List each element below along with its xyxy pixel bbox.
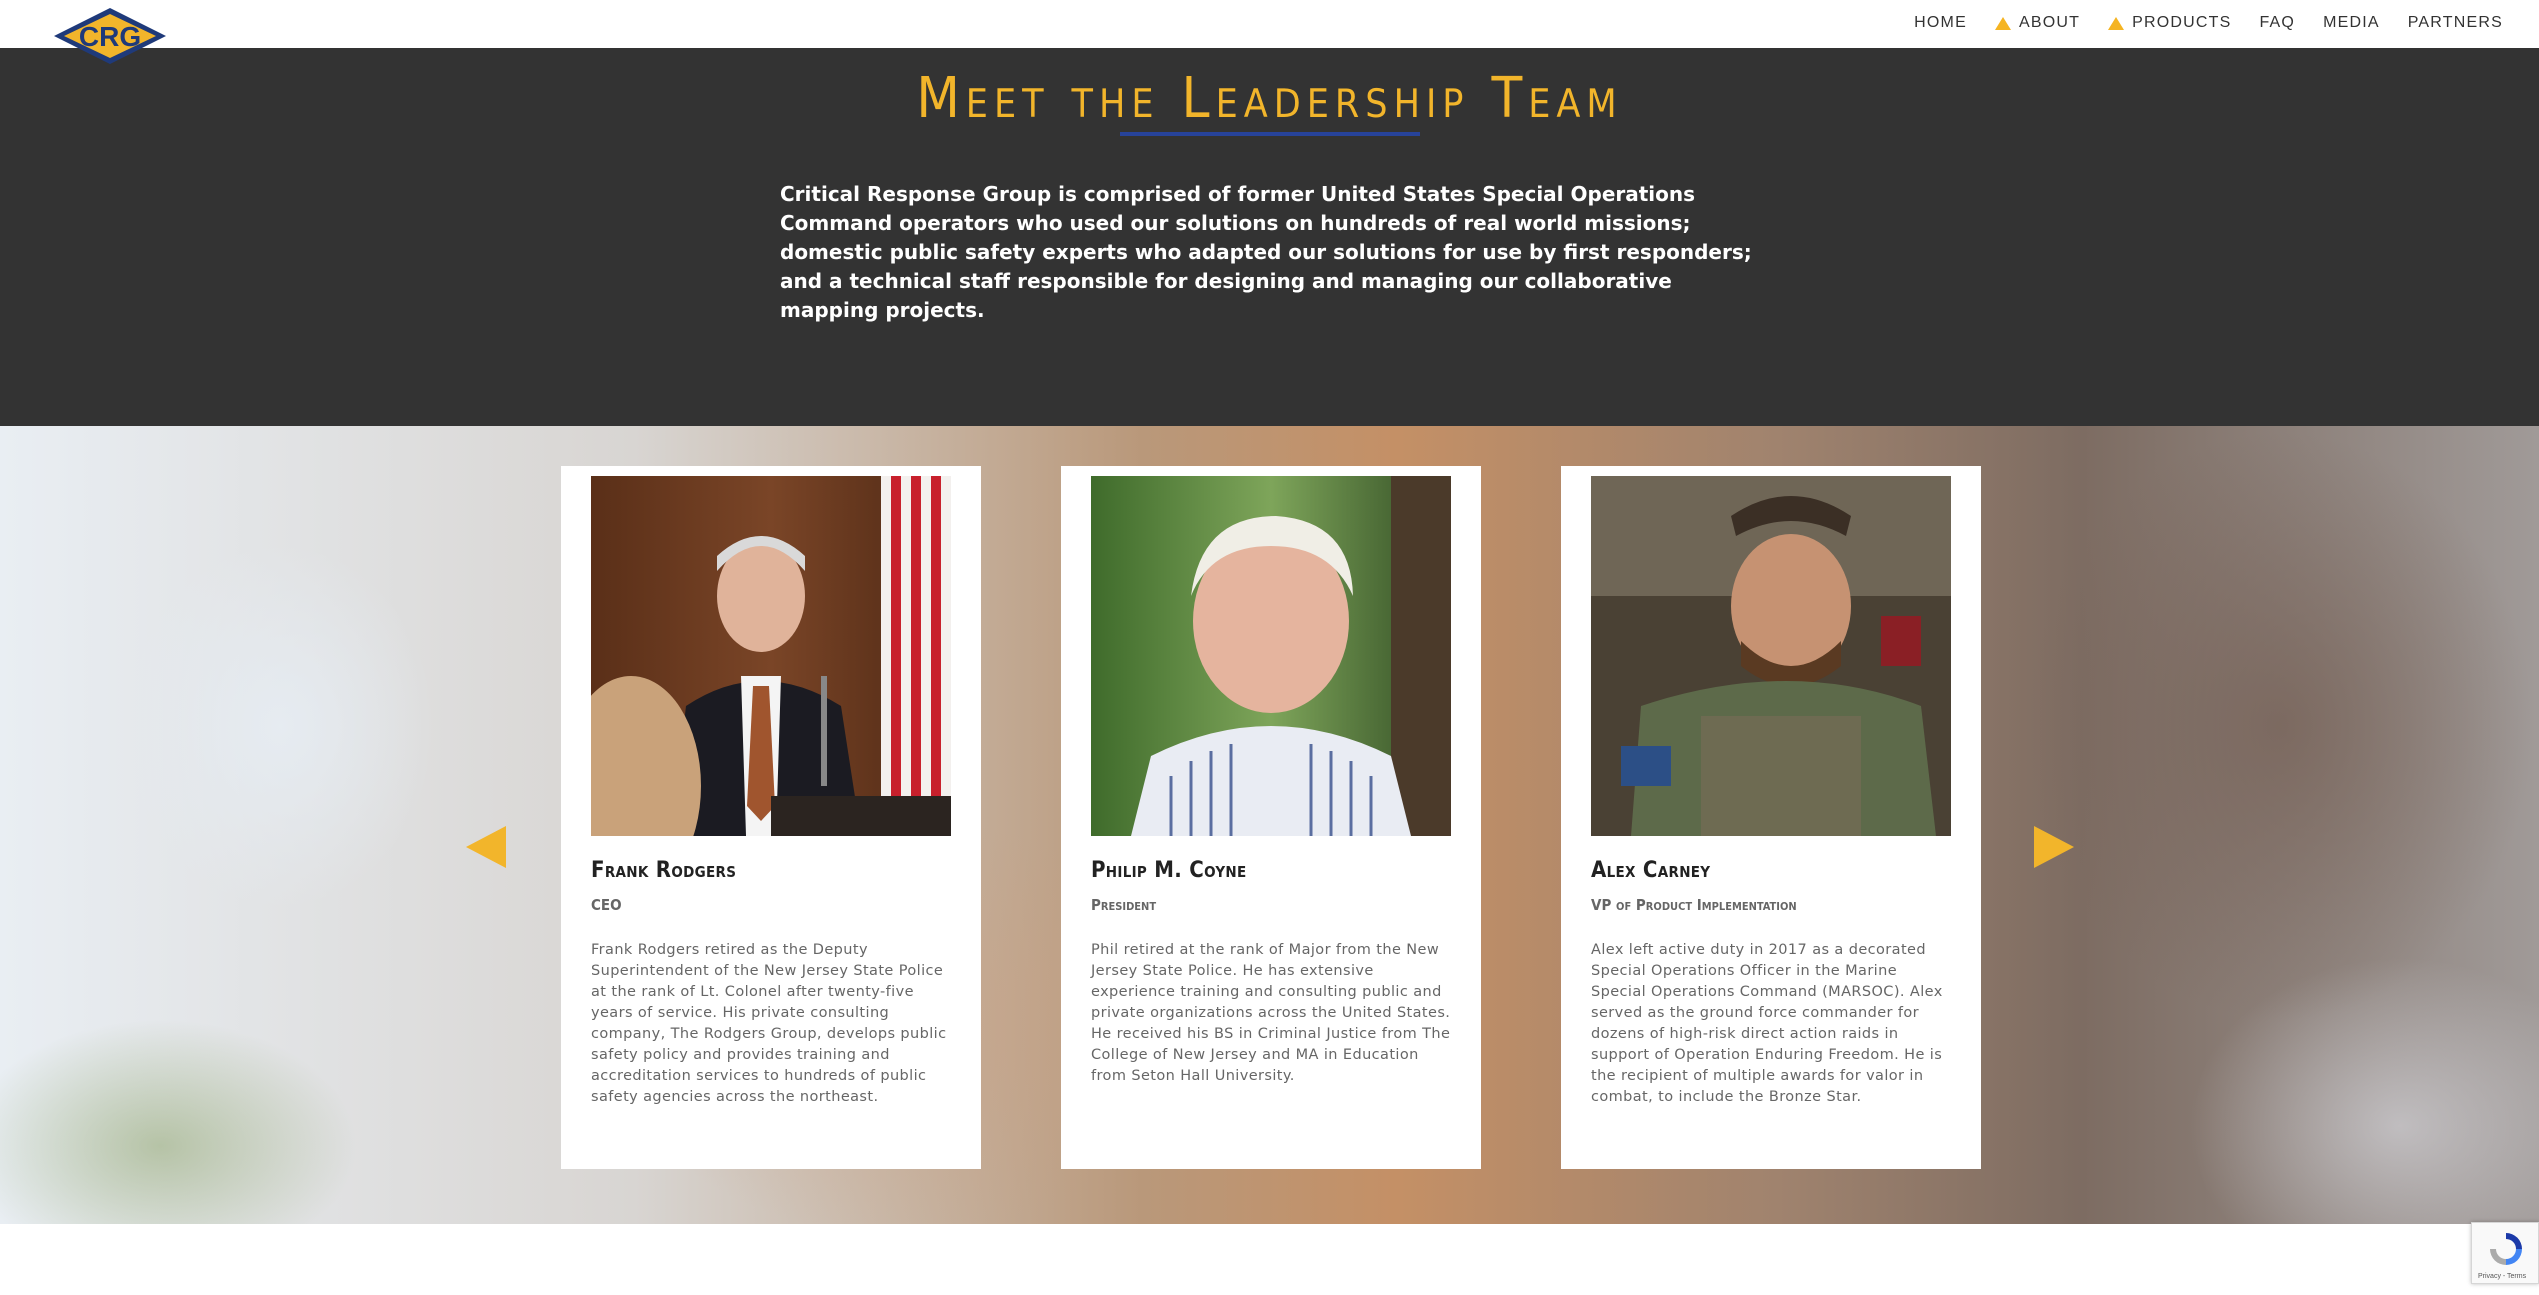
arrow-right-icon[interactable] (2034, 826, 2074, 868)
arrow-left-icon[interactable] (466, 826, 506, 868)
nav-partners[interactable]: PARTNERS (2408, 14, 2503, 32)
nav-media-label: MEDIA (2323, 14, 2380, 31)
member-name: Philip M. Coyne (1091, 858, 1247, 883)
leadership-intro: Meet the Leadership Team Critical Respon… (0, 48, 2539, 426)
portrait-photo (1591, 476, 1951, 836)
member-bio: Frank Rodgers retired as the Deputy Supe… (591, 942, 947, 1105)
nav-home[interactable]: HOME (1914, 14, 1967, 32)
nav-partners-label: PARTNERS (2407, 14, 2503, 31)
logo-icon: CRG (54, 8, 166, 64)
nav-about-label: ABOUT (2018, 14, 2081, 31)
main-nav: HOME ABOUT PRODUCTS FAQ MEDIA PARTNERS (1914, 14, 2503, 32)
member-name: Frank Rodgers (591, 858, 737, 883)
nav-home-label: HOME (1914, 14, 1967, 31)
nav-about[interactable]: ABOUT (1994, 14, 2081, 32)
member-bio: Alex left active duty in 2017 as a decor… (1591, 942, 1943, 1105)
crg-logo[interactable]: CRG (50, 6, 170, 66)
logo-text: CRG (79, 21, 141, 52)
nav-products[interactable]: PRODUCTS (2108, 14, 2231, 32)
page-title: Meet the Leadership Team (916, 66, 1623, 131)
team-card: Alex Carney VP of Product Implementation… (1561, 466, 1981, 1169)
team-carousel: Frank Rodgers CEO Frank Rodgers retired … (0, 426, 2539, 1224)
nav-faq[interactable]: FAQ (2259, 14, 2295, 32)
member-name: Alex Carney (1591, 858, 1711, 883)
member-role: CEO (591, 896, 622, 914)
nav-media[interactable]: MEDIA (2323, 14, 2380, 32)
portrait-photo (1091, 476, 1451, 836)
title-wrap: Meet the Leadership Team (0, 64, 2539, 134)
nav-faq-label: FAQ (2259, 14, 2296, 31)
member-role: VP of Product Implementation (1591, 896, 1797, 914)
intro-paragraph: Critical Response Group is comprised of … (780, 182, 1752, 322)
recaptcha-icon (2490, 1233, 2522, 1265)
triangle-icon (2108, 16, 2125, 30)
nav-products-label: PRODUCTS (2132, 14, 2232, 31)
recaptcha-footer: Privacy - Terms (2478, 1273, 2527, 1280)
triangle-icon (1994, 16, 2011, 30)
portrait-photo (591, 476, 951, 836)
member-bio: Phil retired at the rank of Major from t… (1091, 942, 1451, 1084)
team-card: Frank Rodgers CEO Frank Rodgers retired … (561, 466, 981, 1169)
recaptcha-badge[interactable]: Privacy - Terms (2471, 1222, 2539, 1284)
title-underline (1120, 132, 1420, 136)
top-navbar: HOME ABOUT PRODUCTS FAQ MEDIA PARTNERS (0, 0, 2539, 48)
member-role: President (1091, 896, 1157, 914)
team-card: Philip M. Coyne President Phil retired a… (1061, 466, 1481, 1169)
